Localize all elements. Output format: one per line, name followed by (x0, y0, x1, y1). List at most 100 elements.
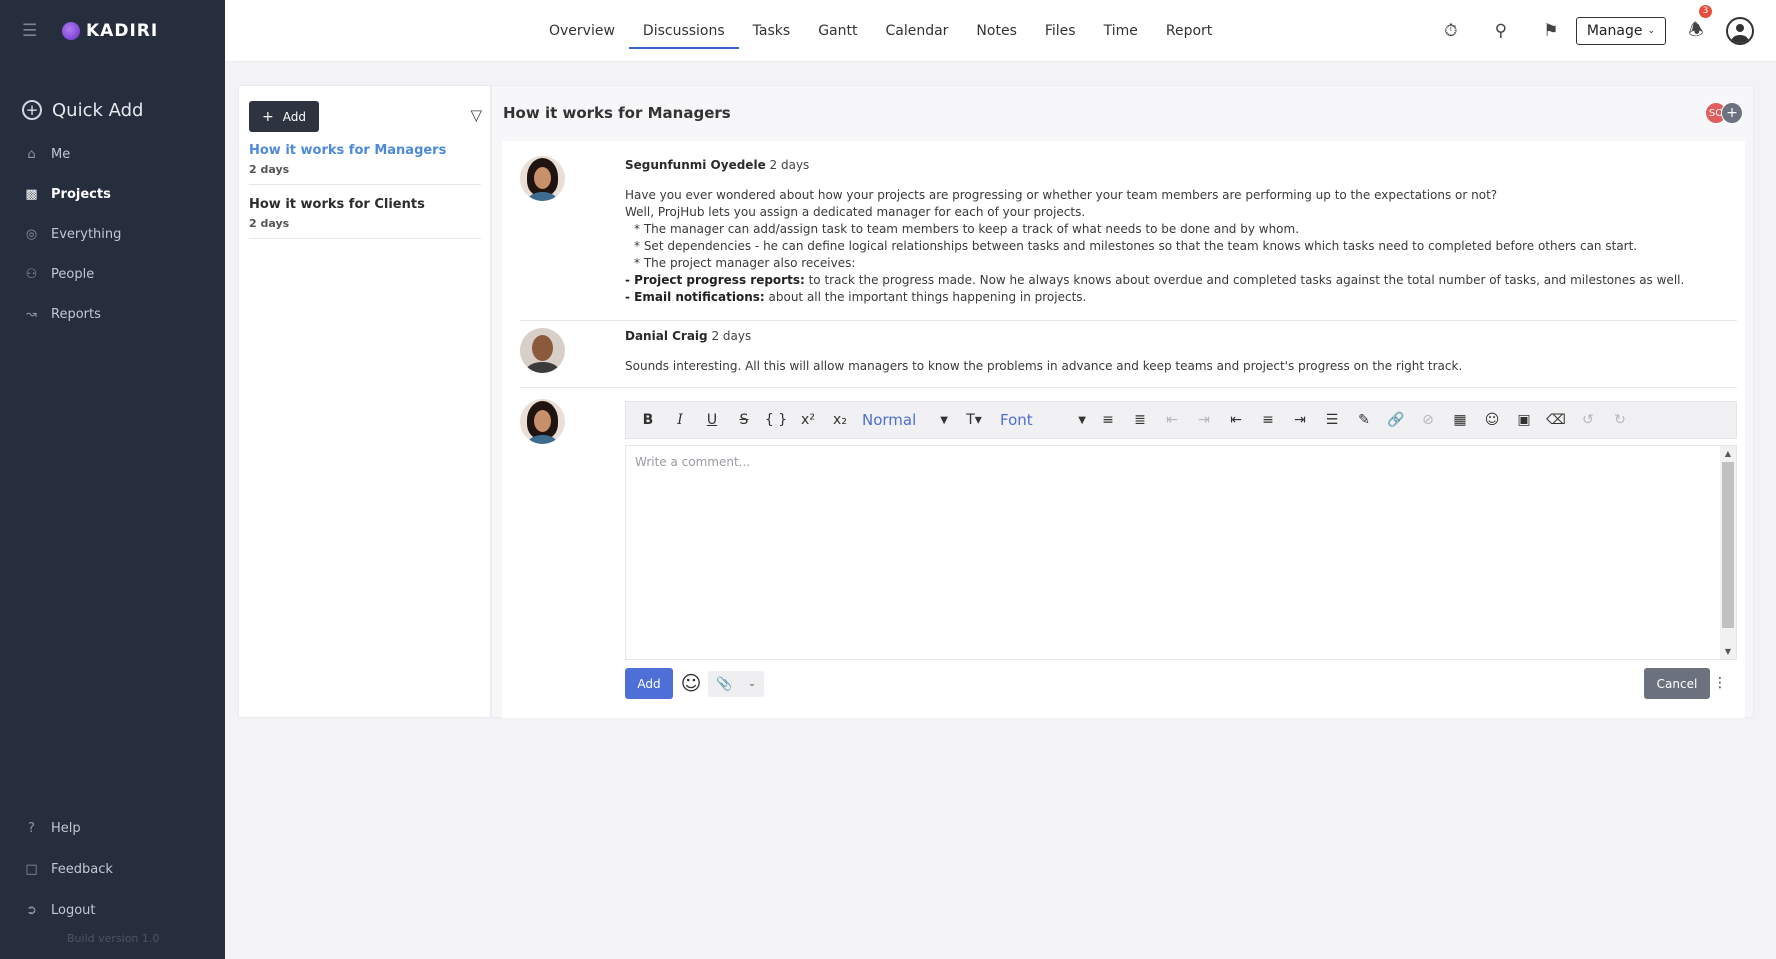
sidebar-item-logout[interactable]: ➲ Logout (0, 890, 225, 931)
more-options-icon[interactable]: ⋮ (1713, 675, 1727, 691)
topbar-actions: ⏱ ⚲ ⚑ Manage ⌄ 🕭 3 (1426, 0, 1776, 62)
list-item-title: How it works for Clients (249, 197, 425, 212)
sidebar-item-projects[interactable]: ▩ Projects (0, 174, 225, 214)
image-icon[interactable]: ▣ (1508, 405, 1540, 435)
font-select[interactable]: Font ▼ (994, 405, 1092, 435)
tab-notes[interactable]: Notes (962, 0, 1030, 62)
bookmark-icon[interactable]: ⚑ (1526, 21, 1576, 41)
cancel-button[interactable]: Cancel (1644, 668, 1710, 699)
search-icon[interactable]: ⚲ (1476, 21, 1526, 41)
tab-overview[interactable]: Overview (535, 0, 629, 62)
indent-icon[interactable]: ⇥ (1188, 405, 1220, 435)
editor-scrollbar[interactable]: ▲ ▼ (1720, 446, 1736, 659)
timer-icon[interactable]: ⏱ (1426, 21, 1476, 41)
comment-line: - Email notifications: about all the imp… (625, 290, 1087, 304)
tab-calendar[interactable]: Calendar (871, 0, 962, 62)
align-justify-icon[interactable]: ☰ (1316, 405, 1348, 435)
feedback-icon: □ (25, 862, 38, 877)
text-size-icon[interactable]: T▾ (954, 405, 994, 435)
hamburger-menu-icon[interactable]: ☰ (22, 21, 42, 41)
logo-mark-icon (62, 22, 80, 40)
sidebar-nav: ⌂ Me ▩ Projects ◎ Everything ⚇ People ↝ … (0, 134, 225, 334)
bold-icon[interactable]: B (632, 405, 664, 435)
scroll-down-icon[interactable]: ▼ (1720, 647, 1736, 656)
notifications-button[interactable]: 🕭 3 (1676, 4, 1716, 46)
discussion-list: How it works for Managers 2 days How it … (249, 140, 481, 248)
align-right-icon[interactable]: ⇥ (1284, 405, 1316, 435)
superscript-icon[interactable]: x² (792, 405, 824, 435)
list-item[interactable]: How it works for Managers 2 days (249, 140, 481, 185)
align-left-icon[interactable]: ⇤ (1220, 405, 1252, 435)
eraser-icon[interactable]: ⌫ (1540, 405, 1572, 435)
user-avatar-icon[interactable] (1726, 17, 1754, 45)
sidebar-item-everything[interactable]: ◎ Everything (0, 214, 225, 254)
quick-add-button[interactable]: + Quick Add (22, 96, 225, 124)
table-icon[interactable]: ▦ (1444, 405, 1476, 435)
comment-input[interactable] (626, 446, 1720, 659)
add-comment-button[interactable]: Add (625, 668, 673, 699)
outdent-icon[interactable]: ⇤ (1156, 405, 1188, 435)
comment-line: Have you ever wondered about how your pr… (625, 188, 1498, 202)
list-item-date: 2 days (249, 217, 290, 230)
comment-author: Segunfunmi Oyedele (625, 158, 766, 172)
current-user-avatar (520, 399, 565, 444)
tab-gantt[interactable]: Gantt (804, 0, 871, 62)
logo[interactable]: KADIRI (62, 21, 158, 41)
subscript-icon[interactable]: x₂ (824, 405, 856, 435)
list-item[interactable]: How it works for Clients 2 days (249, 194, 481, 239)
globe-icon: ◎ (25, 226, 38, 242)
scroll-up-icon[interactable]: ▲ (1720, 449, 1736, 458)
quick-add-label: Quick Add (52, 99, 144, 121)
logout-icon: ➲ (26, 903, 37, 918)
tab-tasks[interactable]: Tasks (739, 0, 805, 62)
comment-time: 2 days (711, 329, 752, 343)
sidebar-item-people[interactable]: ⚇ People (0, 254, 225, 294)
add-participant-icon[interactable]: + (1721, 102, 1743, 124)
dropdown-arrow-icon: ▼ (1078, 414, 1086, 426)
sidebar-item-feedback[interactable]: □ Feedback (0, 849, 225, 890)
add-discussion-button[interactable]: + Add (249, 101, 319, 132)
manage-label: Manage (1586, 23, 1643, 39)
sidebar-bottom: ? Help □ Feedback ➲ Logout Build version… (0, 808, 225, 959)
manage-dropdown[interactable]: Manage ⌄ (1575, 17, 1666, 45)
pen-color-icon[interactable]: ✎ (1348, 405, 1380, 435)
tab-discussions[interactable]: Discussions (628, 0, 739, 62)
comment-body: Segunfunmi Oyedele 2 days Have you ever … (625, 158, 1737, 306)
notification-badge: 3 (1699, 4, 1712, 18)
redo-icon[interactable]: ↻ (1604, 405, 1636, 435)
strikethrough-icon[interactable]: S (728, 405, 760, 435)
bell-icon: 🕭 (1688, 19, 1704, 40)
comment-time: 2 days (769, 158, 810, 172)
link-icon[interactable]: 🔗 (1380, 405, 1412, 435)
italic-icon[interactable]: I (664, 405, 696, 435)
add-discussion-label: Add (282, 109, 306, 124)
tab-files[interactable]: Files (1031, 0, 1090, 62)
underline-icon[interactable]: U (696, 405, 728, 435)
people-icon: ⚇ (25, 266, 38, 282)
scrollbar-thumb[interactable] (1722, 462, 1734, 628)
help-icon: ? (28, 821, 35, 836)
discussion-title: How it works for Managers (503, 104, 731, 122)
discussion-panel: How it works for Managers SO + Segunfunm… (491, 85, 1754, 718)
tab-report[interactable]: Report (1152, 0, 1226, 62)
unlink-icon[interactable]: ⊘ (1412, 405, 1444, 435)
bullet-list-icon[interactable]: ≡ (1092, 405, 1124, 435)
emoji-icon[interactable]: ☺ (1476, 405, 1508, 435)
format-select[interactable]: Normal ▼ (856, 405, 954, 435)
sidebar-item-help[interactable]: ? Help (0, 808, 225, 849)
attachment-dropdown[interactable]: 📎 ⌄ (708, 671, 764, 697)
sidebar-item-label: Logout (51, 903, 96, 918)
code-icon[interactable]: { } (760, 405, 792, 435)
sidebar-item-label: People (51, 266, 95, 282)
commenter-avatar (520, 156, 565, 201)
comment-line: * Set dependencies - he can define logic… (634, 239, 1638, 253)
sidebar-item-reports[interactable]: ↝ Reports (0, 294, 225, 334)
align-center-icon[interactable]: ≡ (1252, 405, 1284, 435)
undo-icon[interactable]: ↺ (1572, 405, 1604, 435)
tab-time[interactable]: Time (1090, 0, 1152, 62)
numbered-list-icon[interactable]: ≣ (1124, 405, 1156, 435)
folder-icon: ▩ (25, 186, 38, 202)
filter-icon[interactable]: ▽ (470, 106, 482, 124)
sidebar-item-me[interactable]: ⌂ Me (0, 134, 225, 174)
emoji-icon[interactable]: ☺ (679, 672, 703, 696)
